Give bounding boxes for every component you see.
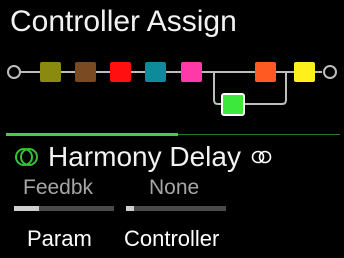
param-1-fill: [14, 206, 39, 211]
selected-block: Harmony Delay: [14, 140, 273, 174]
chain-block-1[interactable]: [40, 62, 61, 82]
softkey-param[interactable]: Param: [27, 225, 92, 253]
chain-input-node[interactable]: [7, 65, 21, 79]
chain-block-2[interactable]: [75, 62, 96, 82]
chain-block-6[interactable]: [255, 62, 276, 82]
chain-block-4[interactable]: [145, 62, 166, 82]
block-name: Harmony Delay: [48, 141, 241, 172]
chain-block-7[interactable]: [294, 62, 315, 82]
param-1-slider[interactable]: [14, 206, 114, 211]
page-indicator: [6, 133, 178, 136]
page-title: Controller Assign: [10, 5, 237, 38]
signal-chain[interactable]: [0, 48, 344, 128]
param-2-fill: [126, 206, 134, 211]
param-2-slider[interactable]: [126, 206, 226, 211]
param-1-label: Feedbk: [23, 176, 94, 199]
chain-block-5[interactable]: [181, 62, 202, 82]
delay-rings-icon: [15, 148, 38, 166]
param-2-label: None: [149, 176, 200, 199]
stereo-rings-icon: [251, 150, 272, 164]
chain-block-3[interactable]: [110, 62, 131, 82]
chain-block-selected[interactable]: [221, 93, 245, 116]
softkey-controller[interactable]: Controller: [124, 225, 219, 253]
chain-output-node[interactable]: [323, 65, 337, 79]
